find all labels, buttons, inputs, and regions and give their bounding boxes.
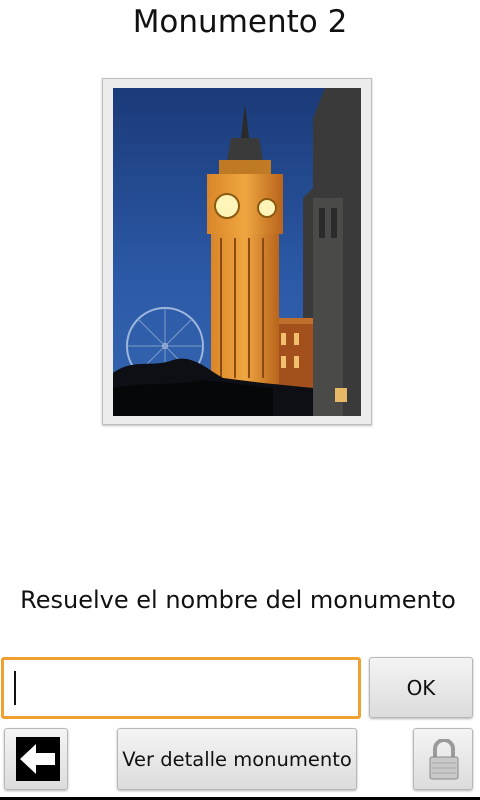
- monument-photo: [113, 88, 361, 416]
- back-button[interactable]: [4, 728, 68, 790]
- view-monument-detail-button[interactable]: Ver detalle monumento: [117, 728, 357, 790]
- lock-button[interactable]: [413, 728, 473, 790]
- monument-photo-frame: [102, 78, 372, 425]
- padlock-icon: [427, 739, 461, 781]
- arrow-left-icon: [16, 737, 60, 781]
- question-prompt: Resuelve el nombre del monumento: [20, 586, 456, 614]
- answer-input[interactable]: [1, 657, 361, 719]
- text-caret: [14, 671, 16, 705]
- page-title: Monumento 2: [132, 4, 348, 40]
- ok-button[interactable]: OK: [369, 657, 473, 718]
